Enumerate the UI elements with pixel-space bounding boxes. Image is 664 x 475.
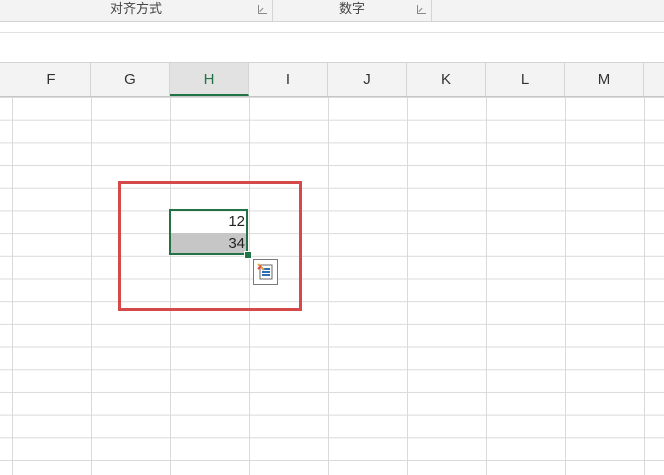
column-header-g[interactable]: G xyxy=(91,63,170,96)
ribbon-group-number: 数字 xyxy=(273,0,432,21)
column-header-k[interactable]: K xyxy=(407,63,486,96)
column-header-i[interactable]: I xyxy=(249,63,328,96)
grid-line xyxy=(565,97,566,475)
ribbon-group-label: 数字 xyxy=(338,1,365,16)
ribbon-group-label: 对齐方式 xyxy=(109,1,162,16)
column-header-m[interactable]: M xyxy=(565,63,644,96)
dialog-launcher-icon[interactable] xyxy=(417,5,426,14)
quick-analysis-icon xyxy=(257,263,273,280)
column-header-l[interactable]: L xyxy=(486,63,565,96)
quick-analysis-button[interactable] xyxy=(253,259,278,285)
dialog-launcher-icon[interactable] xyxy=(258,5,267,14)
highlight-box xyxy=(118,181,302,311)
ribbon-group-alignment: 对齐方式 xyxy=(0,0,273,21)
grid-line xyxy=(328,97,329,475)
grid-line xyxy=(407,97,408,475)
ribbon-group-labels: 对齐方式 数字 xyxy=(0,0,664,22)
grid-line xyxy=(91,97,92,475)
formula-bar[interactable] xyxy=(0,22,664,63)
column-header-f[interactable]: F xyxy=(12,63,91,96)
grid-line xyxy=(486,97,487,475)
grid-line xyxy=(644,97,645,475)
column-header-row: F G H I J K L M xyxy=(0,63,664,97)
grid-line xyxy=(12,97,13,475)
column-header-j[interactable]: J xyxy=(328,63,407,96)
column-header-h[interactable]: H xyxy=(170,63,249,96)
